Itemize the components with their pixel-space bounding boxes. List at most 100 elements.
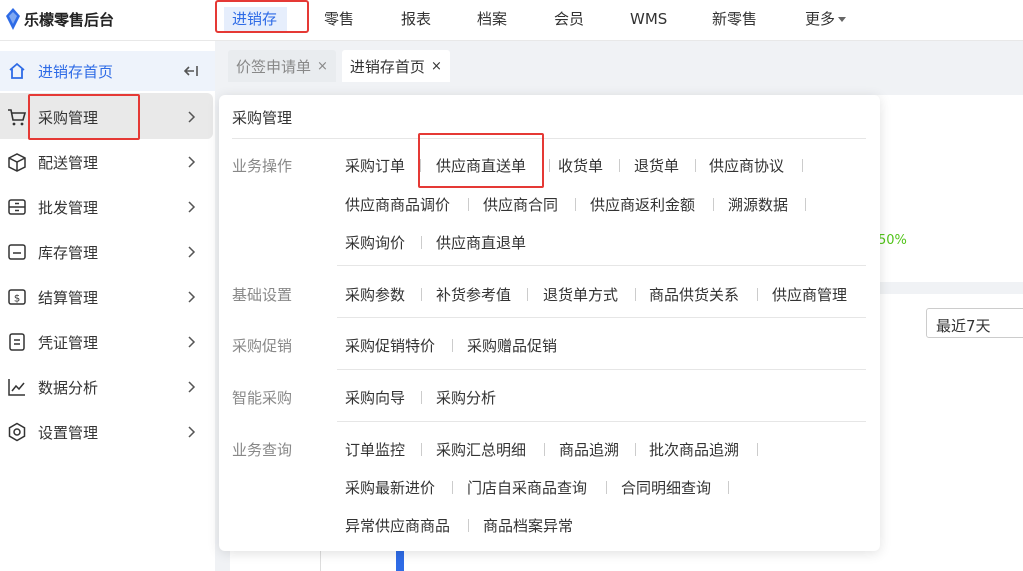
tab-label: 进销存首页 [349,57,425,76]
sidebar-item-label: 数据分析 [38,378,99,397]
top-navigation-bar: 乐檬零售后台 进销存 零售 报表 档案 会员 WMS 新零售 更多 [0,0,1023,41]
sidebar-home-label: 进销存首页 [38,62,114,81]
sidebar-item-inventory[interactable]: 库存管理 [0,232,215,272]
nav-item-more[interactable]: 更多 [805,8,847,30]
menu-link-latest-purchase-price[interactable]: 采购最新进价 [345,477,435,498]
svg-text:$: $ [14,294,20,305]
separator [527,288,528,301]
menu-link-abnormal-supplier-product[interactable]: 异常供应商商品 [345,515,450,536]
menu-link-product-supply-relation[interactable]: 商品供货关系 [649,284,739,305]
menu-link-supplier-direct-return[interactable]: 供应商直退单 [436,232,526,253]
menu-link-batch-product-trace[interactable]: 批次商品追溯 [649,439,739,460]
separator [757,443,758,456]
chevron-right-icon [188,381,196,393]
close-icon[interactable]: × [317,59,328,74]
separator [544,443,545,456]
separator [805,198,806,211]
menu-red-highlight-box [418,133,544,188]
app-logo-text: 乐檬零售后台 [24,10,115,29]
sidebar-item-settlement[interactable]: $ 结算管理 [0,277,215,317]
menu-link-order-monitor[interactable]: 订单监控 [345,439,405,460]
separator [728,481,729,494]
menu-link-receiving-order[interactable]: 收货单 [558,155,603,176]
menu-link-supplier-rebate[interactable]: 供应商返利金额 [590,194,695,215]
chevron-right-icon [188,246,196,258]
nav-item-more-label: 更多 [805,10,836,28]
separator [421,443,422,456]
tab-price-tag-request[interactable]: 价签申请单 × [228,50,336,82]
menu-link-purchase-wizard[interactable]: 采购向导 [345,387,405,408]
divider [337,317,866,318]
menu-link-store-self-purchase-query[interactable]: 门店自采商品查询 [467,477,587,498]
divider [337,421,866,422]
sidebar-item-label: 配送管理 [38,153,99,172]
caret-down-icon [838,17,847,22]
chevron-right-icon [188,111,196,123]
menu-link-supplier-contract[interactable]: 供应商合同 [483,194,558,215]
inventory-icon [8,244,26,260]
sidebar-item-label: 设置管理 [38,423,99,442]
date-range-select[interactable]: 最近7天 [926,308,1023,338]
menu-link-supplier-management[interactable]: 供应商管理 [772,284,847,305]
menu-link-purchase-order[interactable]: 采购订单 [345,155,405,176]
nav-item-archives[interactable]: 档案 [477,8,507,30]
sidebar-item-analytics[interactable]: 数据分析 [0,367,215,407]
sidebar-red-highlight-box [28,94,140,140]
close-icon[interactable]: × [431,59,442,74]
menu-link-purchase-inquiry[interactable]: 采购询价 [345,232,405,253]
separator [713,198,714,211]
sidebar-item-home[interactable]: 进销存首页 [0,51,215,91]
logo-icon [6,8,20,30]
sidebar: 进销存首页 采购管理 配送管理 批发管理 库存管理 $ 结算管理 凭证管理 数据… [0,41,215,571]
menu-link-purchase-special-price[interactable]: 采购促销特价 [345,335,435,356]
section-label-operations: 业务操作 [232,157,293,175]
menu-link-return-method[interactable]: 退货单方式 [543,284,618,305]
menu-link-product-trace[interactable]: 商品追溯 [559,439,619,460]
separator [575,198,576,211]
sidebar-item-settings[interactable]: 设置管理 [0,412,215,452]
separator [757,288,758,301]
separator [619,159,620,172]
nav-item-reports[interactable]: 报表 [401,8,431,30]
settings-icon [8,422,26,442]
menu-link-supplier-agreement[interactable]: 供应商协议 [709,155,784,176]
divider [337,265,866,266]
nav-item-retail[interactable]: 零售 [324,8,354,30]
app-logo[interactable]: 乐檬零售后台 [6,8,114,30]
sidebar-item-wholesale[interactable]: 批发管理 [0,187,215,227]
collapse-sidebar-icon[interactable] [183,64,199,78]
menu-link-product-archive-abnormal[interactable]: 商品档案异常 [483,515,573,536]
document-icon [9,333,25,351]
menu-link-supplier-price-adjust[interactable]: 供应商商品调价 [345,194,450,215]
menu-link-return-order[interactable]: 退货单 [634,155,679,176]
menu-link-contract-detail-query[interactable]: 合同明细查询 [621,477,711,498]
sidebar-item-label: 结算管理 [38,288,99,307]
menu-link-purchase-params[interactable]: 采购参数 [345,284,405,305]
section-label-business-query: 业务查询 [232,441,293,459]
separator [421,391,422,404]
section-label-smart-purchase: 智能采购 [232,389,293,407]
cart-icon [8,109,27,126]
chevron-right-icon [188,156,196,168]
purchase-management-flyout: 采购管理 业务操作 采购订单 供应商直送单 收货单 退货单 供应商协议 供应商商… [219,95,880,551]
nav-item-members[interactable]: 会员 [554,8,584,30]
menu-link-purchase-summary-detail[interactable]: 采购汇总明细 [436,439,526,460]
tab-inventory-home[interactable]: 进销存首页 × [341,50,450,82]
tab-label: 价签申请单 [236,57,312,76]
sidebar-item-distribution[interactable]: 配送管理 [0,142,215,182]
menu-link-traceability-data[interactable]: 溯源数据 [728,194,788,215]
nav-red-highlight-box [215,0,309,33]
menu-link-replenish-reference[interactable]: 补货参考值 [436,284,511,305]
menu-link-purchase-analysis[interactable]: 采购分析 [436,387,496,408]
separator [452,339,453,352]
growth-percentage: 50% [878,233,907,248]
sidebar-item-label: 凭证管理 [38,333,99,352]
section-label-basic-settings: 基础设置 [232,286,293,304]
separator [452,481,453,494]
nav-item-wms[interactable]: WMS [630,8,667,30]
line-chart-icon [8,379,25,396]
chevron-right-icon [188,291,196,303]
sidebar-item-voucher[interactable]: 凭证管理 [0,322,215,362]
menu-link-purchase-gift-promo[interactable]: 采购赠品促销 [467,335,557,356]
nav-item-new-retail[interactable]: 新零售 [712,8,757,30]
